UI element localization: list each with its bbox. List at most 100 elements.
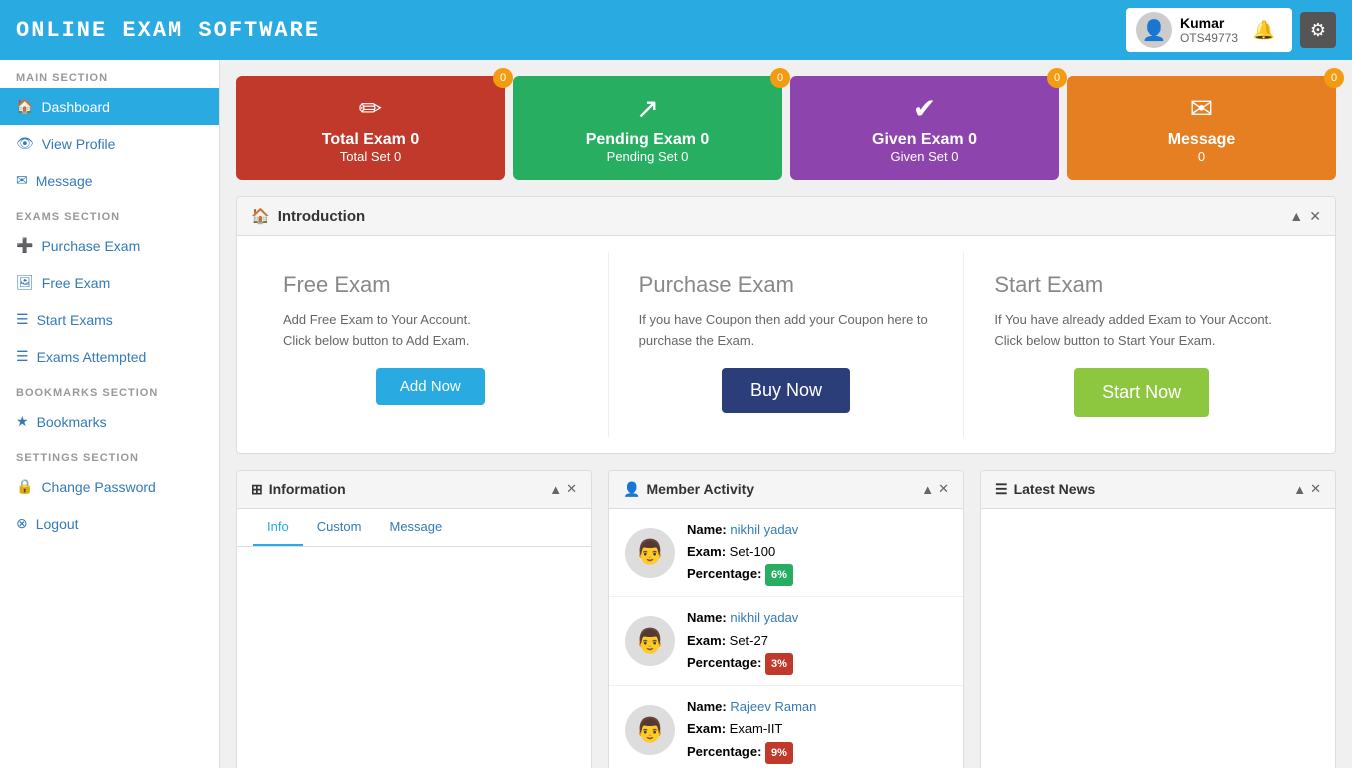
person-icon: 👤	[623, 481, 640, 498]
start-exam-heading: Start Exam	[994, 272, 1289, 298]
list-icon: ☰	[16, 311, 29, 328]
stat-given-title: Given Exam 0	[806, 131, 1043, 149]
home-icon: 🏠	[16, 98, 33, 115]
member-details: Name: nikhil yadav Exam: Set-27 Percenta…	[687, 607, 798, 675]
sidebar-item-dashboard[interactable]: 🏠 Dashboard	[0, 88, 219, 125]
intro-col-free: Free Exam Add Free Exam to Your Account.…	[253, 252, 609, 437]
close-button[interactable]: ✕	[1309, 208, 1321, 225]
sidebar-item-label: Dashboard	[41, 99, 110, 115]
latest-news-panel: ☰ Latest News ▲ ✕	[980, 470, 1336, 768]
information-panel: ⊞ Information ▲ ✕ Info Custom Message	[236, 470, 592, 768]
list-item: 👨 Name: Rajeev Raman Exam: Exam-IIT Perc…	[609, 686, 963, 768]
introduction-panel-body: Free Exam Add Free Exam to Your Account.…	[237, 236, 1335, 453]
member-pct-row: Percentage: 6%	[687, 563, 798, 587]
sidebar-item-message[interactable]: ✉ Message	[0, 162, 219, 199]
sidebar-item-purchase-exam[interactable]: ➕ Purchase Exam	[0, 227, 219, 264]
sidebar-item-logout[interactable]: ⊗ Logout	[0, 505, 219, 542]
collapse-button[interactable]: ▲	[1289, 208, 1303, 225]
stat-card-given: 0 ✔ Given Exam 0 Given Set 0	[790, 76, 1059, 180]
lock-icon: 🔒	[16, 478, 33, 495]
mail-icon: ✉	[1083, 92, 1320, 125]
news-collapse-button[interactable]: ▲	[1293, 481, 1306, 497]
status-badge: 6%	[765, 564, 793, 587]
tab-message[interactable]: Message	[375, 509, 456, 546]
buy-now-button[interactable]: Buy Now	[722, 368, 850, 413]
message-icon: ✉	[16, 172, 28, 189]
avatar: 👨	[625, 705, 675, 755]
member-panel-controls: ▲ ✕	[921, 481, 949, 497]
stat-badge-message: 0	[1324, 68, 1344, 88]
free-exam-desc: Add Free Exam to Your Account.Click belo…	[283, 310, 578, 352]
start-now-button[interactable]: Start Now	[1074, 368, 1209, 417]
news-icon: ☰	[995, 481, 1008, 498]
header-right: 👤 Kumar OTS49773 🔔 ⚙	[1126, 8, 1336, 52]
member-name-link[interactable]: Rajeev Raman	[730, 699, 816, 714]
intro-col-start: Start Exam If You have already added Exa…	[964, 252, 1319, 437]
info-tabs: Info Custom Message	[237, 509, 591, 547]
member-collapse-button[interactable]: ▲	[921, 481, 934, 497]
sidebar-item-change-password[interactable]: 🔒 Change Password	[0, 468, 219, 505]
member-close-button[interactable]: ✕	[938, 481, 949, 497]
sidebar-item-free-exam[interactable]: 🖼 Free Exam	[0, 264, 219, 301]
info-collapse-button[interactable]: ▲	[549, 481, 562, 497]
member-name-row: Name: nikhil yadav	[687, 607, 798, 629]
info-close-button[interactable]: ✕	[566, 481, 577, 497]
sidebar-item-label: Start Exams	[37, 312, 113, 328]
member-pct-row: Percentage: 3%	[687, 652, 798, 676]
user-info-box: 👤 Kumar OTS49773 🔔	[1126, 8, 1292, 52]
intro-col-purchase: Purchase Exam If you have Coupon then ad…	[609, 252, 965, 437]
latest-news-body	[981, 509, 1335, 609]
information-panel-header: ⊞ Information ▲ ✕	[237, 471, 591, 509]
member-name-link[interactable]: nikhil yadav	[730, 522, 798, 537]
member-exam-row: Exam: Set-100	[687, 541, 798, 563]
stat-total-sub: Total Set 0	[252, 149, 489, 164]
member-list: 👨 Name: nikhil yadav Exam: Set-100 Perce…	[609, 509, 963, 768]
sidebar-section-exams: Exams Section	[0, 199, 219, 227]
avatar: 👨	[625, 616, 675, 666]
user-name: Kumar	[1180, 15, 1238, 31]
sidebar-item-view-profile[interactable]: 👁 View Profile	[0, 125, 219, 162]
sidebar-item-label: Message	[36, 173, 93, 189]
tab-custom[interactable]: Custom	[303, 509, 376, 546]
member-details: Name: nikhil yadav Exam: Set-100 Percent…	[687, 519, 798, 587]
information-title: ⊞ Information	[251, 481, 346, 498]
stat-given-sub: Given Set 0	[806, 149, 1043, 164]
purchase-exam-heading: Purchase Exam	[639, 272, 934, 298]
sidebar-item-start-exams[interactable]: ☰ Start Exams	[0, 301, 219, 338]
logout-icon: ⊗	[16, 515, 28, 532]
sidebar-item-label: View Profile	[42, 136, 116, 152]
start-exam-desc: If You have already added Exam to Your A…	[994, 310, 1289, 352]
eye-icon: 👁	[16, 135, 34, 152]
news-close-button[interactable]: ✕	[1310, 481, 1321, 497]
member-exam-row: Exam: Exam-IIT	[687, 718, 816, 740]
sidebar-item-exams-attempted[interactable]: ☰ Exams Attempted	[0, 338, 219, 375]
stat-badge-total: 0	[493, 68, 513, 88]
avatar: 👤	[1136, 12, 1172, 48]
member-name-link[interactable]: nikhil yadav	[730, 610, 798, 625]
bell-button[interactable]: 🔔	[1246, 12, 1282, 48]
info-tab-content	[237, 547, 591, 747]
main-content: 0 ✏ Total Exam 0 Total Set 0 0 ↗ Pending…	[220, 60, 1352, 768]
sidebar-item-label: Change Password	[41, 479, 155, 495]
free-exam-heading: Free Exam	[283, 272, 578, 298]
header: Online Exam Software 👤 Kumar OTS49773 🔔 …	[0, 0, 1352, 60]
stat-badge-given: 0	[1047, 68, 1067, 88]
introduction-panel: 🏠 Introduction ▲ ✕ Free Exam Add Free Ex…	[236, 196, 1336, 454]
add-now-button[interactable]: Add Now	[376, 368, 485, 405]
list-item: 👨 Name: nikhil yadav Exam: Set-27 Percen…	[609, 597, 963, 686]
member-name-row: Name: Rajeev Raman	[687, 696, 816, 718]
stat-badge-pending: 0	[770, 68, 790, 88]
sidebar-section-bookmarks: Bookmarks Section	[0, 375, 219, 403]
user-id: OTS49773	[1180, 31, 1238, 45]
avatar: 👨	[625, 528, 675, 578]
image-icon: 🖼	[16, 274, 34, 291]
sidebar-item-bookmarks[interactable]: ★ Bookmarks	[0, 403, 219, 440]
sidebar-item-label: Logout	[36, 516, 79, 532]
sidebar: Main Section 🏠 Dashboard 👁 View Profile …	[0, 60, 220, 768]
stat-card-pending: 0 ↗ Pending Exam 0 Pending Set 0	[513, 76, 782, 180]
member-activity-header: 👤 Member Activity ▲ ✕	[609, 471, 963, 509]
tab-info[interactable]: Info	[253, 509, 303, 546]
panel-controls: ▲ ✕	[1289, 208, 1321, 225]
home2-icon: 🏠	[251, 207, 270, 225]
gear-button[interactable]: ⚙	[1300, 12, 1336, 48]
